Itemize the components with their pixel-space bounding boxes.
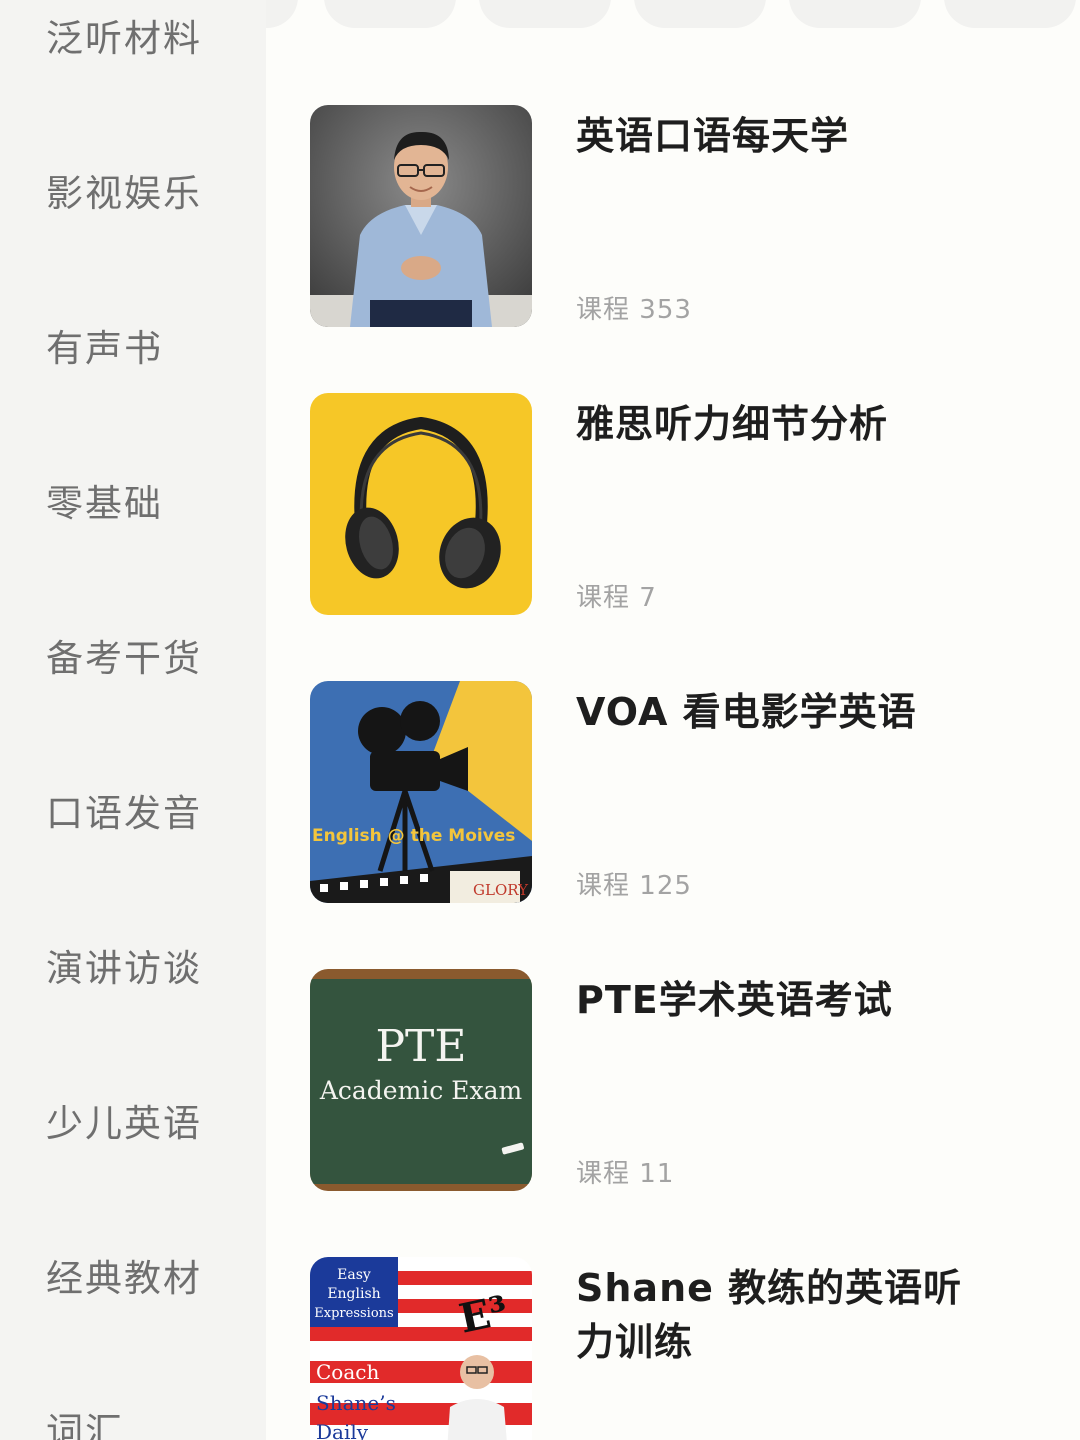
filter-chip[interactable] — [479, 0, 611, 28]
cover-line3: Expressions — [314, 1306, 393, 1321]
category-sidebar: 泛听材料 影视娱乐 有声书 零基础 备考干货 口语发音 演讲访谈 少儿英语 经典… — [0, 0, 266, 1440]
course-card[interactable]: 雅思听力细节分析 课程 7 — [310, 393, 1070, 615]
sidebar-item-film-entertainment[interactable]: 影视娱乐 — [46, 172, 202, 216]
man-in-blue-shirt-photo — [310, 105, 532, 327]
sidebar-item-vocabulary[interactable]: 词汇 — [46, 1410, 124, 1440]
course-title: PTE学术英语考试 — [576, 978, 893, 1022]
cover-coach-1: Coach — [316, 1360, 379, 1384]
cover-coach-2: Shane’s — [316, 1391, 396, 1415]
course-title: VOA 看电影学英语 — [576, 690, 917, 734]
sidebar-item-speaking-pronunciation[interactable]: 口语发音 — [46, 792, 202, 836]
cover-logo: E³ — [455, 1287, 512, 1343]
sidebar-item-beginner[interactable]: 零基础 — [46, 482, 163, 526]
course-thumbnail — [310, 393, 532, 615]
filter-chip[interactable] — [789, 0, 921, 28]
sidebar-item-speeches-interviews[interactable]: 演讲访谈 — [46, 947, 202, 991]
course-card[interactable]: GLORY English @ the Moives VOA 看电影学英语 课程… — [310, 681, 1070, 903]
lesson-count: 课程 125 — [576, 871, 692, 901]
cover-coach-3: Daily — [316, 1420, 369, 1440]
cover-line1: Easy — [337, 1267, 371, 1283]
chalkboard-line2: Academic Exam — [319, 1076, 523, 1105]
filter-chip[interactable] — [324, 0, 456, 28]
lesson-count: 课程 11 — [576, 1159, 675, 1189]
sidebar-item-exam-prep[interactable]: 备考干货 — [46, 637, 202, 681]
filter-chip[interactable] — [944, 0, 1076, 28]
cover-line2: English — [327, 1286, 380, 1302]
course-card[interactable]: PTE Academic Exam PTE学术英语考试 课程 11 — [310, 969, 1070, 1191]
chalkboard: PTE Academic Exam — [310, 969, 532, 1191]
course-title: 雅思听力细节分析 — [576, 402, 889, 446]
course-title: 英语口语每天学 — [576, 114, 850, 158]
filter-chip[interactable] — [266, 0, 298, 28]
course-card[interactable]: Easy English Expressions E³ Coach Shane’… — [310, 1257, 1070, 1440]
headphones-on-yellow-photo — [310, 393, 532, 615]
course-card[interactable]: 英语口语每天学 课程 353 — [310, 105, 1070, 327]
poster-caption: English @ the Moives — [312, 826, 515, 846]
lesson-count: 课程 353 — [576, 295, 692, 325]
course-thumbnail: Easy English Expressions E³ Coach Shane’… — [310, 1257, 532, 1440]
flag-cover: Easy English Expressions E³ Coach Shane’… — [310, 1257, 532, 1440]
sidebar-item-kids-english[interactable]: 少儿英语 — [46, 1102, 202, 1146]
sidebar-item-classic-textbooks[interactable]: 经典教材 — [46, 1257, 202, 1301]
sidebar-item-extensive-listening[interactable]: 泛听材料 — [46, 17, 202, 61]
chalkboard-line1: PTE — [375, 1021, 466, 1072]
sidebar-item-audiobooks[interactable]: 有声书 — [46, 327, 163, 371]
poster-sign: GLORY — [473, 881, 529, 899]
course-title: Shane 教练的英语听力训练 — [576, 1266, 963, 1364]
course-list-panel: 英语口语每天学 课程 353 雅思听力细节分析 课程 7 GLORY Engli… — [266, 0, 1080, 1440]
course-thumbnail: PTE Academic Exam — [310, 969, 532, 1191]
movie-camera-poster: GLORY English @ the Moives — [310, 681, 532, 903]
course-thumbnail: GLORY English @ the Moives — [310, 681, 532, 903]
course-thumbnail — [310, 105, 532, 327]
filter-chip[interactable] — [634, 0, 766, 28]
lesson-count: 课程 7 — [576, 583, 657, 613]
